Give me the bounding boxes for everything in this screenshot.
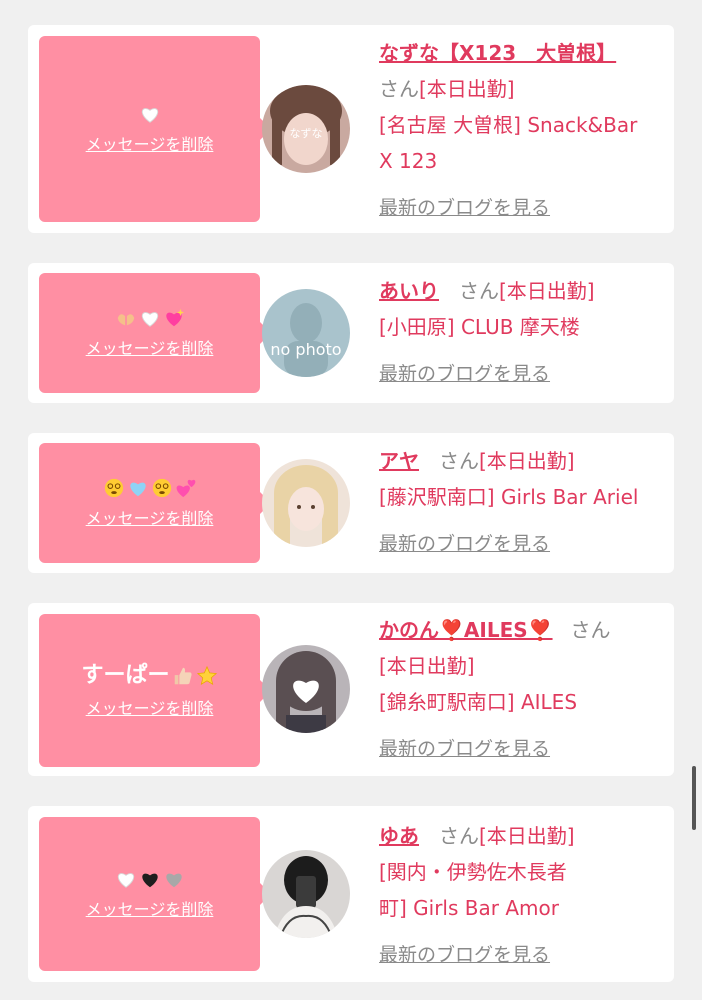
message-content: [115, 868, 185, 890]
dizzy-face-icon: [104, 478, 123, 498]
avatar[interactable]: no photo: [262, 289, 350, 377]
delete-message-link[interactable]: メッセージを削除: [86, 131, 214, 155]
message-text: すーぱー: [81, 662, 170, 688]
delete-message-link[interactable]: メッセージを削除: [86, 695, 214, 719]
status-text: [本日出勤]: [379, 654, 475, 678]
message-content: すーぱー: [81, 663, 217, 689]
profile-name-link[interactable]: ゆあ: [379, 824, 419, 848]
white-heart-icon: [141, 312, 158, 327]
message-card: すーぱー メッセージを削除 かのん❣️AILES❣️ さん [本日出勤] [錦糸町…: [28, 603, 674, 776]
avatar-caption: no photo: [270, 340, 341, 359]
honorific: さん: [379, 77, 419, 101]
two-hearts-icon: [176, 479, 195, 498]
shop-line-1: [名古屋 大曽根] Snack&Bar: [379, 113, 638, 137]
profile-name-link[interactable]: アヤ: [379, 449, 419, 473]
honorific: さん: [459, 279, 499, 303]
shop-line-1: [関内・伊勢佐木長者: [379, 860, 567, 884]
white-heart-icon: [141, 108, 158, 123]
message-bubble: メッセージを削除: [39, 36, 271, 222]
profile-name-link[interactable]: なずな【X123 大曽根】: [379, 41, 616, 65]
message-card: メッセージを削除 アヤ さん[本日出勤] [藤沢駅南口] Girls Bar Ar…: [28, 433, 674, 573]
message-bubble: メッセージを削除: [39, 273, 271, 393]
status-text: [本日出勤]: [499, 279, 595, 303]
blog-link[interactable]: 最新のブログを見る: [379, 363, 550, 385]
light-blue-heart-icon: [129, 482, 146, 497]
delete-message-link[interactable]: メッセージを削除: [86, 505, 214, 529]
message-bubble: メッセージを削除: [39, 817, 271, 971]
shop-line-1: [藤沢駅南口] Girls Bar Ariel: [379, 485, 639, 509]
thumbs-up-icon: [174, 667, 192, 684]
honorific: さん: [439, 449, 479, 473]
blog-link[interactable]: 最新のブログを見る: [379, 738, 550, 760]
star-icon: [196, 665, 217, 685]
message-content: [115, 307, 185, 329]
shop-line-1: [小田原] CLUB 摩天楼: [379, 315, 580, 339]
avatar[interactable]: なずな: [262, 85, 350, 173]
message-card: メッセージを削除 no photo あいり さん[本日出勤] [小田原] CLUB…: [28, 263, 674, 403]
avatar[interactable]: [262, 645, 350, 733]
grey-heart-icon: [165, 873, 182, 888]
avatar[interactable]: [262, 850, 350, 938]
profile-info: あいり さん[本日出勤] [小田原] CLUB 摩天楼 最新のブログを見る: [379, 273, 669, 392]
status-text: [本日出勤]: [479, 824, 575, 848]
shop-line-2: 町] Girls Bar Amor: [379, 896, 559, 920]
message-content: [103, 477, 197, 499]
profile-info: ゆあ さん[本日出勤] [関内・伊勢佐木長者 町] Girls Bar Amor …: [379, 818, 669, 973]
status-text: [本日出勤]: [479, 449, 575, 473]
delete-message-link[interactable]: メッセージを削除: [86, 896, 214, 920]
message-card: メッセージを削除 なずな なずな【X123 大曽根】 さん[本日出勤] [名古屋…: [28, 25, 674, 233]
profile-info: アヤ さん[本日出勤] [藤沢駅南口] Girls Bar Ariel 最新のブロ…: [379, 443, 669, 562]
blog-link[interactable]: 最新のブログを見る: [379, 533, 550, 555]
heart-hands-icon: [117, 314, 134, 326]
honorific: さん: [570, 618, 611, 642]
delete-message-link[interactable]: メッセージを削除: [86, 335, 214, 359]
shop-line-1: [錦糸町駅南口] AILES: [379, 690, 578, 714]
blog-link[interactable]: 最新のブログを見る: [379, 944, 550, 966]
honorific: さん: [439, 824, 479, 848]
message-content: [139, 103, 161, 125]
status-text: [本日出勤]: [419, 77, 515, 101]
dizzy-face-icon: [152, 478, 171, 498]
profile-info: なずな【X123 大曽根】 さん[本日出勤] [名古屋 大曽根] Snack&B…: [379, 35, 669, 226]
avatar[interactable]: [262, 459, 350, 547]
black-heart-icon: [141, 873, 158, 888]
scrollbar[interactable]: [692, 766, 696, 830]
shop-line-2: X 123: [379, 149, 438, 173]
message-bubble: すーぱー メッセージを削除: [39, 614, 271, 767]
blog-link[interactable]: 最新のブログを見る: [379, 197, 550, 219]
avatar-caption: なずな: [290, 127, 323, 140]
message-card: メッセージを削除 ゆあ さん[本日出勤] [関内・伊勢佐木長者 町] Girls …: [28, 806, 674, 982]
profile-name-link[interactable]: あいり: [379, 279, 439, 303]
message-bubble: メッセージを削除: [39, 443, 271, 563]
white-heart-icon: [117, 873, 134, 888]
sparkling-heart-icon: [165, 308, 184, 327]
profile-info: かのん❣️AILES❣️ さん [本日出勤] [錦糸町駅南口] AILES 最新の…: [379, 612, 669, 767]
profile-name-link[interactable]: かのん❣️AILES❣️: [379, 618, 553, 642]
